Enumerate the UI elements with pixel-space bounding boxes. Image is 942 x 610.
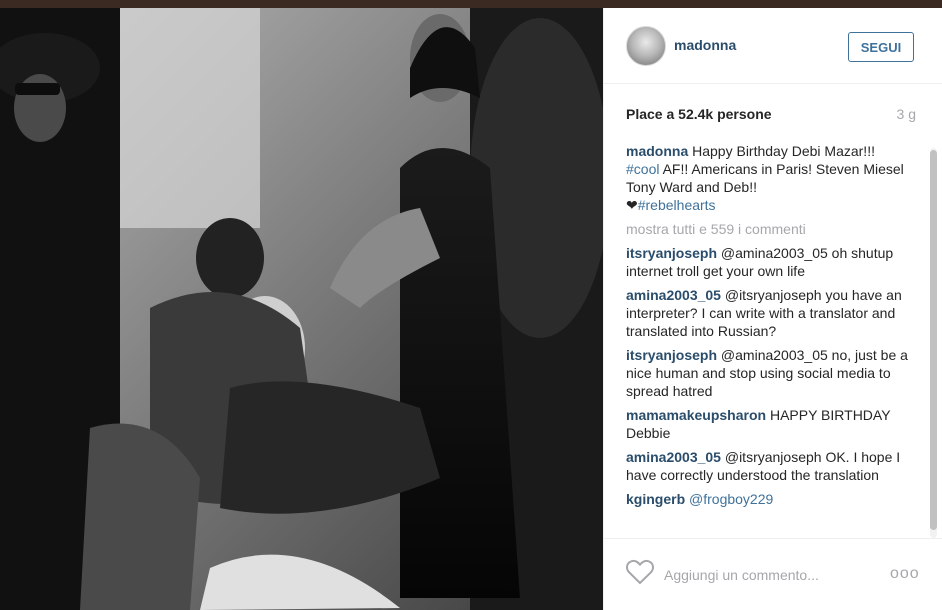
comment: itsryanjoseph @amina2003_05 no, just be … <box>626 346 908 400</box>
heart-icon[interactable] <box>626 559 654 585</box>
caption: madonna Happy Birthday Debi Mazar!!! #co… <box>626 142 908 214</box>
comment-username[interactable]: amina2003_05 <box>626 287 721 303</box>
post-footer: Aggiungi un commento... ooo <box>604 538 942 610</box>
caption-text-2: AF!! Americans in Paris! Steven Miesel T… <box>626 161 904 195</box>
comment-text[interactable]: @frogboy229 <box>689 491 773 507</box>
comment: kgingerb @frogboy229 <box>626 490 908 508</box>
comment: mamamakeupsharon HAPPY BIRTHDAY Debbie <box>626 406 908 442</box>
heart-emoji: ❤ <box>626 197 638 213</box>
follow-button[interactable]: SEGUI <box>848 32 914 62</box>
post-header: madonna SEGUI <box>604 8 942 84</box>
post-photo[interactable] <box>0 8 603 610</box>
photo-image <box>0 8 603 610</box>
comment: amina2003_05 @itsryanjoseph OK. I hope I… <box>626 448 908 484</box>
comments-scrollbar-thumb[interactable] <box>930 150 937 530</box>
comment: amina2003_05 @itsryanjoseph you have an … <box>626 286 908 340</box>
add-comment-input[interactable]: Aggiungi un commento... <box>664 567 819 583</box>
post-sidebar: madonna SEGUI Place a 52.4k persone 3 g … <box>603 8 942 610</box>
comments-list[interactable]: madonna Happy Birthday Debi Mazar!!! #co… <box>626 142 908 538</box>
avatar[interactable] <box>626 26 666 66</box>
comment-username[interactable]: mamamakeupsharon <box>626 407 766 423</box>
more-options-icon[interactable]: ooo <box>890 565 920 583</box>
top-strip <box>0 0 942 8</box>
heart-icon-svg <box>626 559 654 585</box>
likes-row: Place a 52.4k persone 3 g <box>626 106 916 122</box>
comment-username[interactable]: amina2003_05 <box>626 449 721 465</box>
likes-count[interactable]: Place a 52.4k persone <box>626 106 772 122</box>
comment: itsryanjoseph @amina2003_05 oh shutup in… <box>626 244 908 280</box>
view-all-comments-link[interactable]: mostra tutti e 559 i commenti <box>626 220 908 238</box>
caption-username[interactable]: madonna <box>626 143 688 159</box>
comment-username[interactable]: itsryanjoseph <box>626 245 717 261</box>
post-username[interactable]: madonna <box>674 37 736 53</box>
hashtag-cool[interactable]: #cool <box>626 161 659 177</box>
post-time[interactable]: 3 g <box>897 106 916 122</box>
caption-text-1: Happy Birthday Debi Mazar!!! <box>692 143 875 159</box>
hashtag-rebelhearts[interactable]: #rebelhearts <box>638 197 716 213</box>
comment-username[interactable]: itsryanjoseph <box>626 347 717 363</box>
comment-username[interactable]: kgingerb <box>626 491 685 507</box>
